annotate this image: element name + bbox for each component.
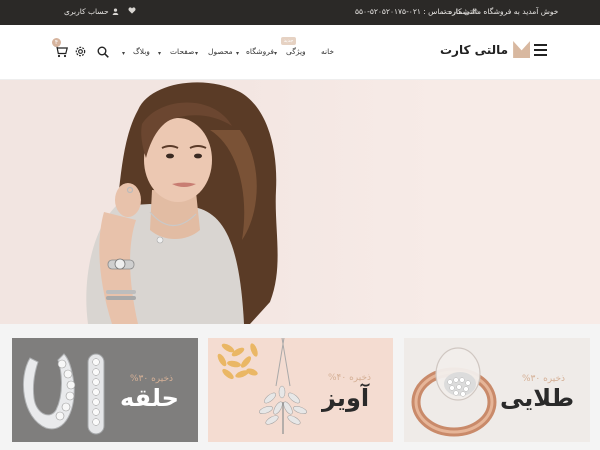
- chevron-down-icon[interactable]: ▾: [158, 50, 161, 57]
- banner-title: طلایی: [500, 384, 575, 412]
- banner-pendant[interactable]: %۴۰ ذخیره آویز: [208, 338, 393, 442]
- account-link[interactable]: حساب کاربری: [64, 7, 119, 16]
- new-badge: جدید: [281, 37, 296, 45]
- gear-icon[interactable]: [74, 45, 87, 58]
- banner-rings[interactable]: %۳۰ ذخیره حلقه: [12, 338, 198, 442]
- nav-pages[interactable]: صفحات: [170, 47, 194, 56]
- banner-save-label: %۴۰ ذخیره: [328, 373, 372, 383]
- wishlist-link[interactable]: [128, 7, 136, 14]
- chevron-down-icon[interactable]: ▾: [274, 50, 277, 57]
- banner-save-label: %۳۰ ذخیره: [130, 374, 174, 384]
- phone-icon: ✆: [471, 7, 478, 16]
- nav-blog[interactable]: وبلاگ: [133, 47, 150, 56]
- cart-count-badge: ۴: [52, 38, 61, 47]
- nav-features[interactable]: ویژگی: [286, 47, 306, 56]
- search-icon[interactable]: [97, 46, 109, 58]
- model-photo: [86, 82, 278, 324]
- banner-gold[interactable]: %۳۰ ذخیره طلایی: [404, 338, 590, 442]
- user-icon: [112, 8, 118, 15]
- heart-icon: [128, 7, 136, 14]
- hamburger-menu-icon[interactable]: [534, 44, 547, 57]
- hero-banner[interactable]: [0, 80, 600, 324]
- banner-title: آویز: [322, 384, 370, 412]
- logo-mark-icon: [513, 41, 531, 58]
- nav-shop[interactable]: فروشگاه: [246, 47, 274, 56]
- chevron-down-icon[interactable]: ▾: [122, 50, 125, 57]
- main-header: مالتی کارت خانه جدید ویژگی ▾ فروشگاه ▾ م…: [0, 25, 600, 80]
- chevron-down-icon[interactable]: ▾: [195, 50, 198, 57]
- banner-title: حلقه: [120, 384, 179, 412]
- nav-product[interactable]: محصول: [208, 47, 233, 56]
- site-logo[interactable]: مالتی کارت: [440, 41, 531, 58]
- top-bar: خوش آمدید به فروشگاه مالتی کارت شماره تم…: [0, 0, 600, 25]
- chevron-down-icon[interactable]: ▾: [236, 50, 239, 57]
- phone-info: شماره تماس : ۰۲۱-۵۲۰۵۲۰۱۷۵-۵۵۰ ✆: [355, 7, 478, 16]
- banner-save-label: %۳۰ ذخیره: [522, 374, 566, 384]
- nav-home[interactable]: خانه: [321, 47, 334, 56]
